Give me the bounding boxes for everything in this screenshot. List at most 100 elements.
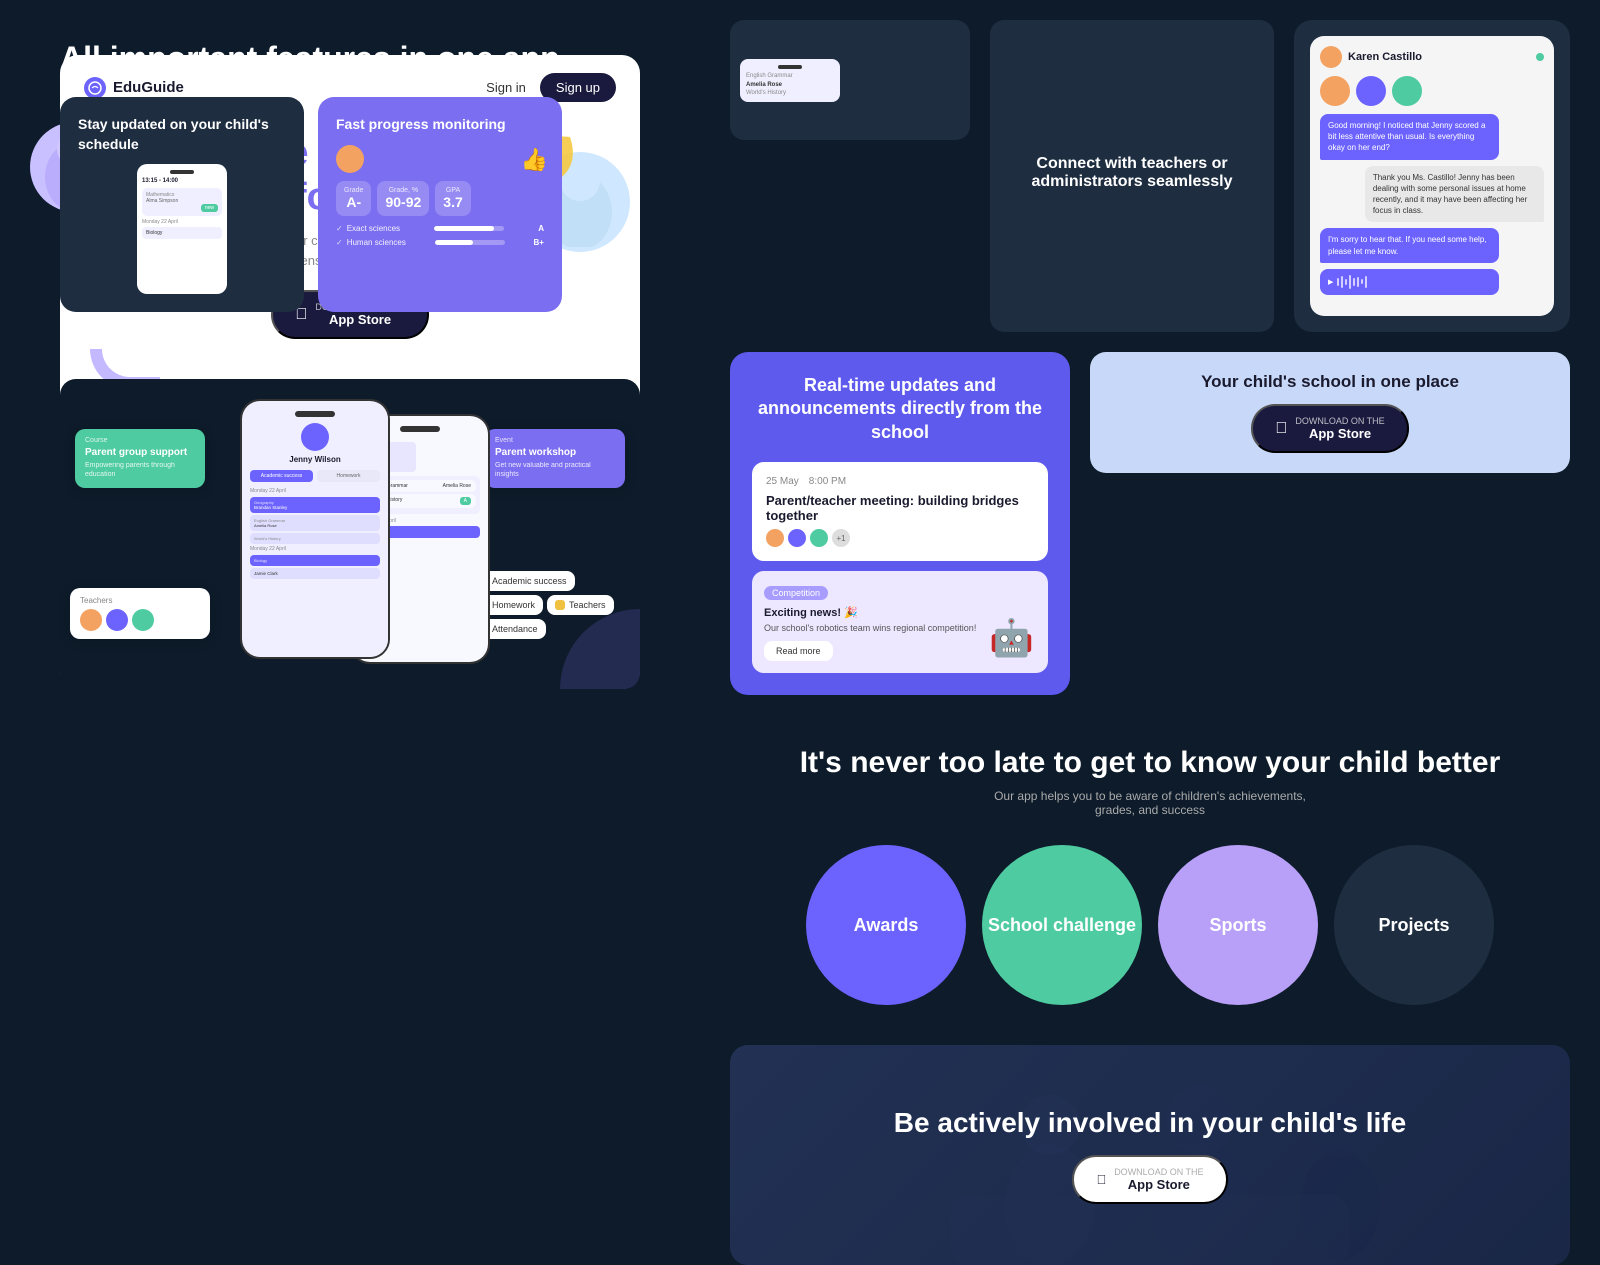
chat-phone: Karen Castillo Good morning! I noticed t… (1310, 36, 1554, 316)
brand-name: EduGuide (113, 79, 184, 96)
robot-icon: 🤖 (989, 617, 1034, 659)
mini-notch (170, 170, 194, 174)
circle-school: School challenge (982, 845, 1142, 1005)
chat-person-avatar (1320, 46, 1342, 68)
circles-row: Awards School challenge Sports Projects (750, 845, 1550, 1005)
meeting-date: 25 May (766, 476, 799, 487)
phone-avatar (301, 423, 329, 451)
mini-time: 13:15 - 14:00 (142, 178, 222, 184)
phone-name: Jenny Wilson (250, 455, 380, 464)
features-section: All important features in one app Stay u… (0, 0, 660, 312)
chip-dot-teachers (555, 600, 565, 610)
one-place-apple-icon:  (1275, 420, 1287, 438)
meeting-avatars: +1 (766, 529, 1034, 547)
meeting-av-3 (810, 529, 828, 547)
left-panel: EduGuide Sign in Sign up Explore your ch (0, 0, 660, 1200)
chip-label-attendance: Attendance (492, 624, 538, 634)
one-place-appstore-button[interactable]:  DOWNLOAD ON THE App Store (1251, 404, 1408, 453)
right-side-cards: Your child's school in one place  DOWNL… (1090, 352, 1570, 695)
teacher-avatar-1 (80, 609, 102, 631)
feature-card-schedule: Stay updated on your child's schedule 13… (60, 97, 304, 312)
strip-phone-screen: English Grammar Amelia Rose World's Hist… (740, 59, 840, 102)
feature-card-schedule-title: Stay updated on your child's schedule (78, 115, 286, 154)
logo-icon (84, 77, 106, 99)
teachers-card: Teachers (70, 588, 210, 639)
fp-avatar (336, 145, 364, 173)
top-strip: English Grammar Amelia Rose World's Hist… (730, 0, 1570, 332)
phone-schedule: Monday 22 April Geography Brandan Stanle… (250, 488, 380, 579)
course-desc: Empowering parents through education (85, 461, 195, 479)
circle-sports: Sports (1158, 845, 1318, 1005)
circle-awards-label: Awards (854, 915, 919, 936)
meeting-title: Parent/teacher meeting: building bridges… (766, 493, 1034, 523)
grade-row: Grade A- Grade, % 90-92 GPA 3.7 (336, 181, 544, 216)
meeting-time: 8:00 PM (809, 476, 846, 487)
chip-label-academic: Academic success (492, 576, 567, 586)
logo: EduGuide (84, 77, 184, 99)
chip-label-homework: Homework (492, 600, 535, 610)
announcement-area: Real-time updates and announcements dire… (730, 352, 1570, 695)
chip-label-teachers: Teachers (569, 600, 606, 610)
one-place-title: Your child's school in one place (1201, 372, 1459, 392)
tab-academic: Academic success (250, 470, 313, 482)
feature-card-progress: Fast progress monitoring 👍 Grade A- Grad… (318, 97, 562, 312)
event-desc: Get new valuable and practical insights (495, 461, 615, 479)
chat-person-name: Karen Castillo (1348, 51, 1422, 63)
circle-school-label: School challenge (988, 915, 1136, 936)
thumb-icon: 👍 (521, 147, 548, 173)
bottom-content: Be actively involved in your child's lif… (894, 1106, 1406, 1205)
schedule-day2: Monday 22 April (250, 546, 380, 552)
bottom-title: Be actively involved in your child's lif… (894, 1106, 1406, 1140)
competition-card: Competition Exciting news! 🎉 Our school'… (752, 571, 1048, 673)
connect-card: Connect with teachers or administrators … (990, 20, 1274, 332)
chat-msg-3: I'm sorry to hear that. If you need some… (1320, 228, 1499, 262)
chat-header: Karen Castillo (1320, 46, 1544, 68)
schedule-item3: World's History (250, 533, 380, 544)
event-label: Event (495, 437, 615, 444)
meeting-av-1 (766, 529, 784, 547)
course-title: Parent group support (85, 447, 195, 458)
schedule-item4: Biology (250, 555, 380, 566)
phone-screen: Jenny Wilson Academic success Homework M… (242, 401, 388, 657)
phone-back-notch (400, 426, 440, 432)
app-mockup-section: Course Parent group support Empowering p… (60, 379, 640, 689)
schedule-item2: English Grammar Amelia Rose (250, 515, 380, 531)
phone-notch (295, 411, 335, 417)
bottom-card: Be actively involved in your child's lif… (730, 1045, 1570, 1265)
grade-box-letter: Grade A- (336, 181, 371, 216)
course-label: Course (85, 437, 195, 444)
bottom-appstore-button[interactable]:  DOWNLOAD ON THE App Store (1072, 1155, 1227, 1204)
subject-human: ✓Human sciences B+ (336, 238, 544, 247)
teacher-avatar-3 (132, 609, 154, 631)
know-better-subtitle: Our app helps you to be aware of childre… (980, 789, 1320, 817)
signin-link[interactable]: Sign in (486, 80, 526, 95)
teacher-avatar-2 (106, 609, 128, 631)
schedule-item1: Geography Brandan Stanley (250, 497, 380, 513)
schedule-item5: Jamie Clark (250, 568, 380, 579)
event-card: Event Parent workshop Get new valuable a… (485, 429, 625, 487)
chat-av-1 (1320, 76, 1350, 106)
mini-math-card: Mathematics Alma Simpson new (142, 188, 222, 216)
bottom-appstore-label: DOWNLOAD ON THE App Store (1114, 1167, 1203, 1192)
chip-teachers: Teachers (547, 595, 614, 615)
right-panel: English Grammar Amelia Rose World's Hist… (700, 0, 1600, 1265)
progress-exact (434, 226, 504, 231)
schedule-phone-mini: 13:15 - 14:00 Mathematics Alma Simpson n… (137, 164, 227, 294)
meeting-card: 25 May 8:00 PM Parent/teacher meeting: b… (752, 462, 1048, 561)
grade-box-pct: Grade, % 90-92 (377, 181, 429, 216)
circle-sports-label: Sports (1209, 915, 1266, 936)
circle-awards: Awards (806, 845, 966, 1005)
course-card: Course Parent group support Empowering p… (75, 429, 205, 487)
chat-audio-msg: ▶ (1320, 269, 1499, 295)
chat-avatars-row (1320, 76, 1544, 106)
schedule-day1: Monday 22 April (250, 488, 380, 494)
progress-content: 👍 Grade A- Grade, % 90-92 GPA (336, 145, 544, 247)
progress-human (435, 240, 505, 245)
comp-read-more-button[interactable]: Read more (764, 641, 833, 661)
chat-msg-1: Good morning! I noticed that Jenny score… (1320, 114, 1499, 160)
bottom-apple-icon:  (1096, 1172, 1106, 1187)
meeting-av-count: +1 (832, 529, 850, 547)
phone-main: Jenny Wilson Academic success Homework M… (240, 399, 390, 659)
feature-card-progress-title: Fast progress monitoring (336, 115, 544, 135)
circle-projects-label: Projects (1378, 915, 1449, 936)
